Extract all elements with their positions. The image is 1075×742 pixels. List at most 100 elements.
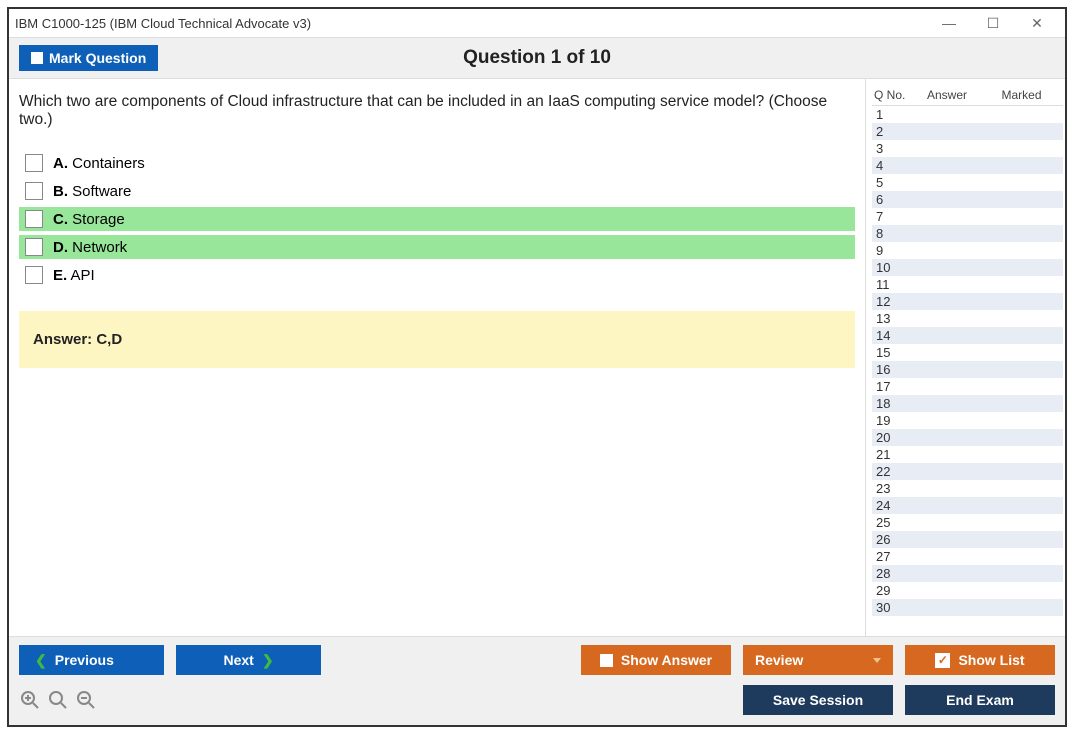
previous-label: Previous bbox=[55, 652, 114, 668]
question-list-row[interactable]: 2 bbox=[872, 123, 1063, 140]
row-qno: 23 bbox=[876, 481, 914, 496]
show-list-button[interactable]: ✓ Show List bbox=[905, 645, 1055, 675]
window-title: IBM C1000-125 (IBM Cloud Technical Advoc… bbox=[15, 16, 927, 31]
row-qno: 2 bbox=[876, 124, 914, 139]
close-icon[interactable]: ✕ bbox=[1015, 9, 1059, 37]
option-e[interactable]: E. API bbox=[19, 263, 855, 287]
app-window: IBM C1000-125 (IBM Cloud Technical Advoc… bbox=[7, 7, 1067, 727]
row-qno: 26 bbox=[876, 532, 914, 547]
option-checkbox[interactable] bbox=[25, 238, 43, 256]
next-button[interactable]: Next ❯ bbox=[176, 645, 321, 675]
row-qno: 14 bbox=[876, 328, 914, 343]
save-session-button[interactable]: Save Session bbox=[743, 685, 893, 715]
question-list-row[interactable]: 9 bbox=[872, 242, 1063, 259]
review-label: Review bbox=[755, 652, 803, 668]
header-bar: Mark Question Question 1 of 10 bbox=[9, 37, 1065, 79]
show-answer-button[interactable]: Show Answer bbox=[581, 645, 731, 675]
row-qno: 29 bbox=[876, 583, 914, 598]
question-list-row[interactable]: 4 bbox=[872, 157, 1063, 174]
footer: ❮ Previous Next ❯ Show Answer Review ✓ S… bbox=[9, 636, 1065, 725]
question-list-row[interactable]: 27 bbox=[872, 548, 1063, 565]
option-checkbox[interactable] bbox=[25, 210, 43, 228]
question-list-row[interactable]: 17 bbox=[872, 378, 1063, 395]
question-list-row[interactable]: 3 bbox=[872, 140, 1063, 157]
minimize-icon[interactable]: — bbox=[927, 9, 971, 37]
row-qno: 25 bbox=[876, 515, 914, 530]
question-list-row[interactable]: 20 bbox=[872, 429, 1063, 446]
mark-question-label: Mark Question bbox=[49, 50, 146, 66]
save-session-label: Save Session bbox=[773, 692, 863, 708]
zoom-reset-icon[interactable] bbox=[47, 689, 69, 711]
row-qno: 17 bbox=[876, 379, 914, 394]
question-list-row[interactable]: 8 bbox=[872, 225, 1063, 242]
question-list-row[interactable]: 11 bbox=[872, 276, 1063, 293]
question-counter: Question 1 of 10 bbox=[463, 47, 611, 69]
option-checkbox[interactable] bbox=[25, 154, 43, 172]
zoom-out-icon[interactable] bbox=[75, 689, 97, 711]
question-list-row[interactable]: 19 bbox=[872, 412, 1063, 429]
question-list-row[interactable]: 25 bbox=[872, 514, 1063, 531]
review-button[interactable]: Review bbox=[743, 645, 893, 675]
question-list-row[interactable]: 30 bbox=[872, 599, 1063, 616]
row-qno: 11 bbox=[876, 277, 914, 292]
option-b[interactable]: B. Software bbox=[19, 179, 855, 203]
checkbox-icon bbox=[600, 654, 613, 667]
option-label: A. Containers bbox=[53, 155, 145, 172]
row-qno: 1 bbox=[876, 107, 914, 122]
end-exam-button[interactable]: End Exam bbox=[905, 685, 1055, 715]
option-checkbox[interactable] bbox=[25, 266, 43, 284]
option-d[interactable]: D. Network bbox=[19, 235, 855, 259]
question-list-header: Q No. Answer Marked bbox=[872, 85, 1063, 105]
question-list-row[interactable]: 5 bbox=[872, 174, 1063, 191]
zoom-controls bbox=[19, 689, 97, 711]
question-list-row[interactable]: 6 bbox=[872, 191, 1063, 208]
next-label: Next bbox=[223, 652, 253, 668]
row-qno: 18 bbox=[876, 396, 914, 411]
show-answer-label: Show Answer bbox=[621, 652, 712, 668]
question-list-row[interactable]: 21 bbox=[872, 446, 1063, 463]
question-list-row[interactable]: 29 bbox=[872, 582, 1063, 599]
row-qno: 19 bbox=[876, 413, 914, 428]
option-label: E. API bbox=[53, 267, 95, 284]
option-c[interactable]: C. Storage bbox=[19, 207, 855, 231]
option-label: B. Software bbox=[53, 183, 131, 200]
row-qno: 4 bbox=[876, 158, 914, 173]
answer-box: Answer: C,D bbox=[19, 311, 855, 368]
question-list-row[interactable]: 1 bbox=[872, 106, 1063, 123]
row-qno: 28 bbox=[876, 566, 914, 581]
option-checkbox[interactable] bbox=[25, 182, 43, 200]
question-list-row[interactable]: 14 bbox=[872, 327, 1063, 344]
row-qno: 27 bbox=[876, 549, 914, 564]
question-list[interactable]: 1234567891011121314151617181920212223242… bbox=[872, 105, 1063, 630]
question-list-pane: Q No. Answer Marked 12345678910111213141… bbox=[865, 79, 1065, 636]
question-list-row[interactable]: 10 bbox=[872, 259, 1063, 276]
question-list-row[interactable]: 12 bbox=[872, 293, 1063, 310]
question-list-row[interactable]: 15 bbox=[872, 344, 1063, 361]
question-list-row[interactable]: 23 bbox=[872, 480, 1063, 497]
maximize-icon[interactable]: ☐ bbox=[971, 9, 1015, 37]
row-qno: 7 bbox=[876, 209, 914, 224]
question-list-row[interactable]: 22 bbox=[872, 463, 1063, 480]
question-list-row[interactable]: 16 bbox=[872, 361, 1063, 378]
row-qno: 22 bbox=[876, 464, 914, 479]
mark-question-button[interactable]: Mark Question bbox=[19, 45, 158, 71]
previous-button[interactable]: ❮ Previous bbox=[19, 645, 164, 675]
question-list-row[interactable]: 24 bbox=[872, 497, 1063, 514]
checkbox-checked-icon: ✓ bbox=[935, 653, 950, 668]
header-marked: Marked bbox=[982, 88, 1061, 102]
row-qno: 10 bbox=[876, 260, 914, 275]
question-list-row[interactable]: 18 bbox=[872, 395, 1063, 412]
row-qno: 3 bbox=[876, 141, 914, 156]
option-a[interactable]: A. Containers bbox=[19, 151, 855, 175]
row-qno: 21 bbox=[876, 447, 914, 462]
zoom-in-icon[interactable] bbox=[19, 689, 41, 711]
row-qno: 8 bbox=[876, 226, 914, 241]
footer-row-buttons: ❮ Previous Next ❯ Show Answer Review ✓ S… bbox=[19, 645, 1055, 675]
window-controls: — ☐ ✕ bbox=[927, 9, 1059, 37]
question-list-row[interactable]: 28 bbox=[872, 565, 1063, 582]
question-list-row[interactable]: 26 bbox=[872, 531, 1063, 548]
row-qno: 13 bbox=[876, 311, 914, 326]
question-list-row[interactable]: 13 bbox=[872, 310, 1063, 327]
row-qno: 9 bbox=[876, 243, 914, 258]
question-list-row[interactable]: 7 bbox=[872, 208, 1063, 225]
